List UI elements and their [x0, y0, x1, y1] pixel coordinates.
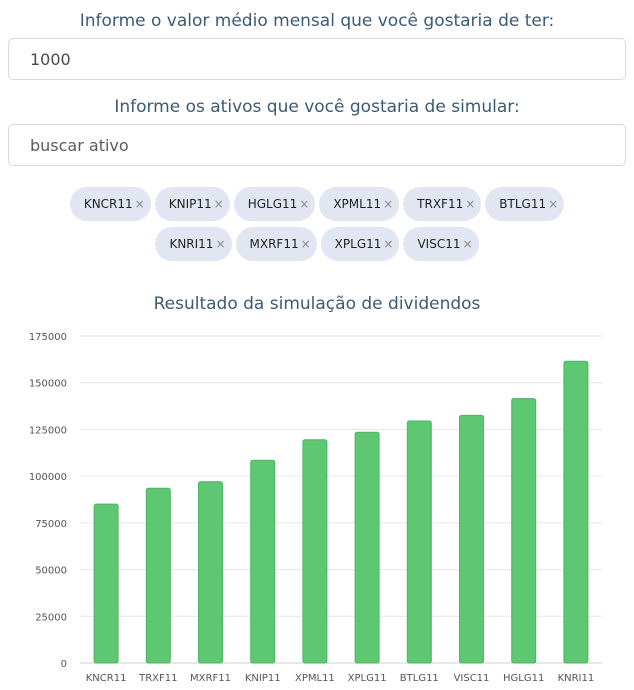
chart-title: Resultado da simulação de dividendos: [153, 294, 481, 314]
bar-xpml11[interactable]: [302, 439, 328, 664]
y-tick-label: 125000: [29, 425, 67, 436]
monthly-value-input[interactable]: [8, 38, 626, 80]
asset-tag: MXRF11 ×: [235, 227, 317, 261]
bar-xplg11[interactable]: [354, 431, 380, 664]
asset-search-input[interactable]: [8, 124, 626, 166]
remove-tag-icon[interactable]: ×: [215, 237, 225, 251]
x-tick-label: HGLG11: [503, 673, 544, 684]
x-tick-label: XPLG11: [348, 673, 387, 684]
y-tick-label: 50000: [35, 566, 67, 577]
x-tick-label: MXRF11: [190, 673, 231, 684]
monthly-value-label: Informe o valor médio mensal que você go…: [79, 11, 555, 31]
bar-btlg11[interactable]: [406, 420, 432, 664]
remove-tag-icon[interactable]: ×: [465, 197, 475, 211]
x-tick-label: TRXF11: [138, 673, 177, 684]
asset-tag-label: KNRI11: [169, 237, 214, 251]
remove-tag-icon[interactable]: ×: [383, 197, 393, 211]
bar-trxf11[interactable]: [145, 487, 171, 664]
bar-kncr11[interactable]: [93, 503, 119, 664]
y-tick-label: 175000: [29, 332, 67, 343]
dividend-bar-chart: 0 25000 50000 75000 100000 125000 150000 175000…: [29, 332, 602, 684]
bar-hglg11[interactable]: [511, 398, 537, 664]
asset-tag: KNCR11 ×: [69, 187, 151, 221]
remove-tag-icon[interactable]: ×: [548, 197, 558, 211]
y-tick-label: 25000: [35, 612, 67, 623]
asset-tag-label: XPML11: [333, 197, 382, 211]
remove-tag-icon[interactable]: ×: [135, 197, 145, 211]
y-tick-label: 100000: [29, 472, 67, 483]
asset-tag-label: KNIP11: [168, 197, 212, 211]
asset-tag-label: KNCR11: [83, 197, 133, 211]
bar-visc11[interactable]: [459, 414, 484, 664]
asset-tag-label: XPLG11: [334, 237, 382, 251]
x-tick-label: KNCR11: [86, 673, 127, 684]
remove-tag-icon[interactable]: ×: [299, 197, 309, 211]
remove-tag-icon[interactable]: ×: [383, 237, 393, 251]
asset-tag: XPML11 ×: [319, 187, 400, 221]
y-tick-label: 150000: [29, 379, 67, 390]
asset-tag-label: MXRF11: [249, 237, 299, 251]
asset-tag: BTLG11 ×: [485, 187, 565, 221]
bar-knip11[interactable]: [250, 459, 276, 664]
asset-tag: XPLG11 ×: [320, 227, 400, 261]
asset-tag-label: TRXF11: [417, 197, 464, 211]
asset-tag: KNRI11 ×: [155, 227, 232, 261]
remove-tag-icon[interactable]: ×: [462, 237, 472, 251]
x-tick-label: BTLG11: [400, 673, 439, 684]
bar-mxrf11[interactable]: [198, 481, 223, 664]
x-tick-label: VISC11: [454, 673, 490, 684]
asset-tag: VISC11 ×: [403, 227, 479, 261]
asset-tag-label: VISC11: [417, 237, 461, 251]
x-tick-label: KNIP11: [245, 673, 281, 684]
assets-label: Informe os ativos que você gostaria de s…: [114, 97, 520, 117]
asset-tag: HGLG11 ×: [233, 187, 316, 221]
x-tick-label: XPML11: [295, 673, 335, 684]
bar-knri11[interactable]: [563, 360, 589, 664]
asset-tag: TRXF11 ×: [403, 187, 482, 221]
y-tick-label: 75000: [35, 519, 67, 530]
asset-tag-label: HGLG11: [247, 197, 298, 211]
asset-tag: KNIP11 ×: [154, 187, 230, 221]
selected-assets-tags: KNCR11 × KNIP11 × HGLG11 × XPML11 × TRXF11 × BTLG1…: [0, 187, 634, 261]
remove-tag-icon[interactable]: ×: [301, 237, 311, 251]
asset-tag-label: BTLG11: [499, 197, 547, 211]
x-tick-label: KNRI11: [558, 673, 595, 684]
remove-tag-icon[interactable]: ×: [214, 197, 224, 211]
y-tick-label: 0: [61, 659, 67, 670]
